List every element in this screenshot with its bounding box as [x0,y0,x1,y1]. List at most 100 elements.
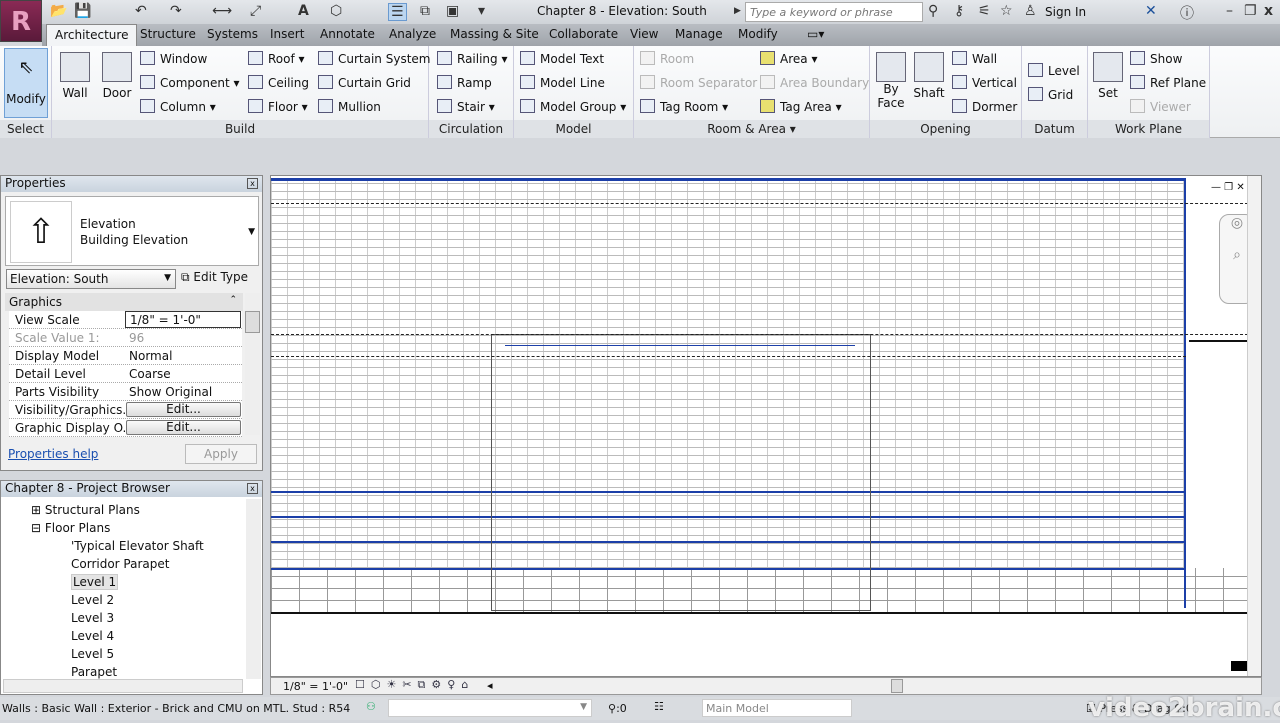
browser-item[interactable]: 'Typical Elevator Shaft [71,539,204,553]
minimize-button[interactable]: – [1226,3,1233,19]
redo-icon[interactable]: ↷ [170,3,182,19]
browser-item[interactable]: Level 1 [71,574,119,590]
save-icon[interactable]: 💾 [74,3,91,19]
door-button[interactable]: Door [100,52,134,100]
tag-room-button[interactable]: Tag Room ▾ [640,99,728,114]
close-icon[interactable]: x [247,178,258,189]
view-scale-button[interactable]: 1/8" = 1'-0" [283,680,348,693]
property-value[interactable]: Coarse [129,367,171,381]
ramp-button[interactable]: Ramp [437,75,492,90]
stair-button[interactable]: Stair ▾ [437,99,495,114]
text-icon[interactable]: A [298,3,309,19]
exchange-icon[interactable]: ✕ [1145,3,1157,19]
tab-collaborate[interactable]: Collaborate [549,27,618,41]
room-separator-button[interactable]: Room Separator [640,75,757,90]
close-button[interactable]: x [1264,3,1273,19]
type-selector[interactable]: ⇧ Elevation Building Elevation ▼ [5,196,259,266]
undo-icon[interactable]: ↶ [135,3,147,19]
design-option-dropdown[interactable]: Main Model [702,699,852,717]
binoculars-icon[interactable]: ⚲ [928,3,938,19]
key-icon[interactable]: ⚷ [954,3,964,19]
minimize-ribbon-icon[interactable]: ▭▾ [807,27,824,41]
browser-item[interactable]: ⊟ Floor Plans [31,521,110,535]
property-row[interactable]: Parts Visibility Show Original [9,383,242,401]
tab-massing-site[interactable]: Massing & Site [450,27,539,41]
tab-manage[interactable]: Manage [675,27,723,41]
tab-systems[interactable]: Systems [207,27,258,41]
scroll-left-icon[interactable]: ◂ [487,679,493,692]
browser-item[interactable]: Corridor Parapet [71,557,169,571]
graphics-group-header[interactable]: Graphics ⌃ [5,293,243,311]
property-value[interactable]: 96 [129,331,144,345]
expand-arrow-icon[interactable]: ▶ [734,6,741,16]
browser-item[interactable]: Level 4 [71,629,114,643]
canvas-hscroll-thumb[interactable] [891,679,903,693]
modify-button[interactable]: ⇖ Modify [4,48,48,118]
room-area-panel-title[interactable]: Room & Area ▾ [634,120,869,138]
edit-type-button[interactable]: ⧉ Edit Type [181,270,248,285]
wall-opening-button[interactable]: Wall [952,51,997,66]
tab-analyze[interactable]: Analyze [389,27,436,41]
application-menu-button[interactable]: R [0,0,42,42]
property-row[interactable]: Graphic Display O... Edit... [9,419,242,437]
component-button[interactable]: Component ▾ [140,75,240,90]
tab-architecture[interactable]: Architecture [46,24,138,46]
tab-structure[interactable]: Structure [140,27,196,41]
floor-button[interactable]: Floor ▾ [248,99,308,114]
edit-button[interactable]: Edit... [126,420,241,435]
browser-item[interactable]: Level 5 [71,647,114,661]
grid-button[interactable]: Grid [1028,87,1073,102]
curtain-system-button[interactable]: Curtain System [318,51,430,66]
open-icon[interactable]: 📂 [50,3,67,19]
instance-filter-dropdown[interactable]: Elevation: South ▼ [6,269,176,289]
room-button[interactable]: Room [640,51,694,66]
apply-button[interactable]: Apply [185,444,257,464]
restore-button[interactable]: ❐ [1244,3,1257,19]
model-group-button[interactable]: Model Group ▾ [520,99,626,114]
property-value[interactable]: 1/8" = 1'-0" [125,311,241,328]
window-button[interactable]: Window [140,51,207,66]
properties-help-link[interactable]: Properties help [8,447,98,461]
property-row[interactable]: View Scale 1/8" = 1'-0" [9,311,242,329]
browser-item[interactable]: Level 3 [71,611,114,625]
property-row[interactable]: Display Model Normal [9,347,242,365]
railing-button[interactable]: Railing ▾ [437,51,508,66]
switch-windows-icon[interactable]: ▣ [446,3,459,19]
tag-area-button[interactable]: Tag Area ▾ [760,99,842,114]
tab-view[interactable]: View [630,27,658,41]
edit-button[interactable]: Edit... [126,402,241,417]
customize-dropdown-icon[interactable]: ▾ [478,3,485,19]
vertical-opening-button[interactable]: Vertical [952,75,1017,90]
drawing-canvas[interactable]: ◎ ⌕ — ❐ ✕ [270,175,1262,677]
property-row[interactable]: Detail Level Coarse [9,365,242,383]
sign-in-link[interactable]: Sign In [1045,5,1086,19]
set-button[interactable]: Set [1092,52,1124,100]
user-icon[interactable]: ♙ [1024,3,1037,19]
3d-view-icon[interactable]: ⬡ [330,3,342,19]
model-text-button[interactable]: Model Text [520,51,604,66]
tab-insert[interactable]: Insert [270,27,304,41]
property-value[interactable]: Show Original [129,385,212,399]
mullion-button[interactable]: Mullion [318,99,381,114]
thin-lines-icon[interactable]: ☰ [388,3,407,21]
close-hidden-icon[interactable]: ⧉ [420,3,430,19]
curtain-grid-button[interactable]: Curtain Grid [318,75,411,90]
measure-icon[interactable]: ⟷ [212,3,232,19]
close-icon[interactable]: x [247,483,258,494]
viewer-button[interactable]: Viewer [1130,99,1191,114]
by-face-button[interactable]: By Face [876,52,906,110]
star-icon[interactable]: ☆ [1000,3,1013,19]
browser-item[interactable]: ⊞ Structural Plans [31,503,140,517]
roof-button[interactable]: Roof ▾ [248,51,305,66]
column-button[interactable]: Column ▾ [140,99,216,114]
dormer-button[interactable]: Dormer [952,99,1017,114]
show-button[interactable]: Show [1130,51,1182,66]
ref-plane-button[interactable]: Ref Plane [1130,75,1206,90]
view-window-controls[interactable]: — ❐ ✕ [1211,182,1245,193]
level-button[interactable]: Level [1028,63,1080,78]
canvas-vscrollbar[interactable] [1247,176,1261,676]
search-input[interactable]: Type a keyword or phrase [745,2,923,22]
satellite-icon[interactable]: ⚟ [978,3,991,19]
tab-modify[interactable]: Modify [738,27,778,41]
collapse-icon[interactable]: ⊟ [31,521,45,535]
